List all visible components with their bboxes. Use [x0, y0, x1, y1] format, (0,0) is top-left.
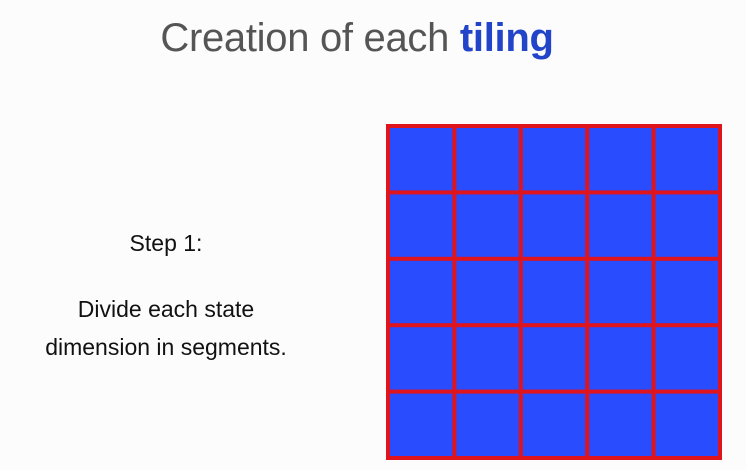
grid-cell — [522, 393, 586, 456]
grid-cell — [655, 260, 718, 324]
grid-cell — [655, 128, 718, 191]
slide: Creation of each tiling Step 1: Divide e… — [0, 0, 746, 470]
grid-cell — [522, 194, 586, 257]
grid-cell — [456, 327, 519, 390]
grid-cell — [589, 327, 652, 390]
grid-cell — [589, 194, 652, 257]
grid-cell — [456, 260, 519, 324]
grid-cell — [456, 128, 519, 191]
grid-cell — [589, 393, 652, 456]
grid-cell — [390, 194, 453, 257]
grid-cell — [522, 260, 586, 324]
slide-title: Creation of each tiling — [0, 16, 714, 61]
grid-cell — [589, 260, 652, 324]
title-highlight: tiling — [459, 16, 554, 60]
tiling-grid — [386, 124, 722, 465]
grid-cell — [456, 194, 519, 257]
grid-cell — [390, 327, 453, 390]
step-label: Step 1: — [129, 230, 203, 256]
title-prefix: Creation of each — [160, 16, 460, 60]
grid-cell — [655, 393, 718, 456]
grid-cell — [522, 128, 586, 191]
tiling-grid-svg — [386, 124, 722, 460]
grid-cell — [522, 327, 586, 390]
grid-cell — [390, 393, 453, 456]
grid-cell — [390, 128, 453, 191]
grid-cell — [655, 327, 718, 390]
step-description-line-2: dimension in segments. — [45, 334, 287, 360]
grid-cell — [390, 260, 453, 324]
grid-cell — [589, 128, 652, 191]
step-description-line-1: Divide each state — [77, 296, 255, 322]
grid-cell — [456, 393, 519, 456]
grid-cell — [655, 194, 718, 257]
